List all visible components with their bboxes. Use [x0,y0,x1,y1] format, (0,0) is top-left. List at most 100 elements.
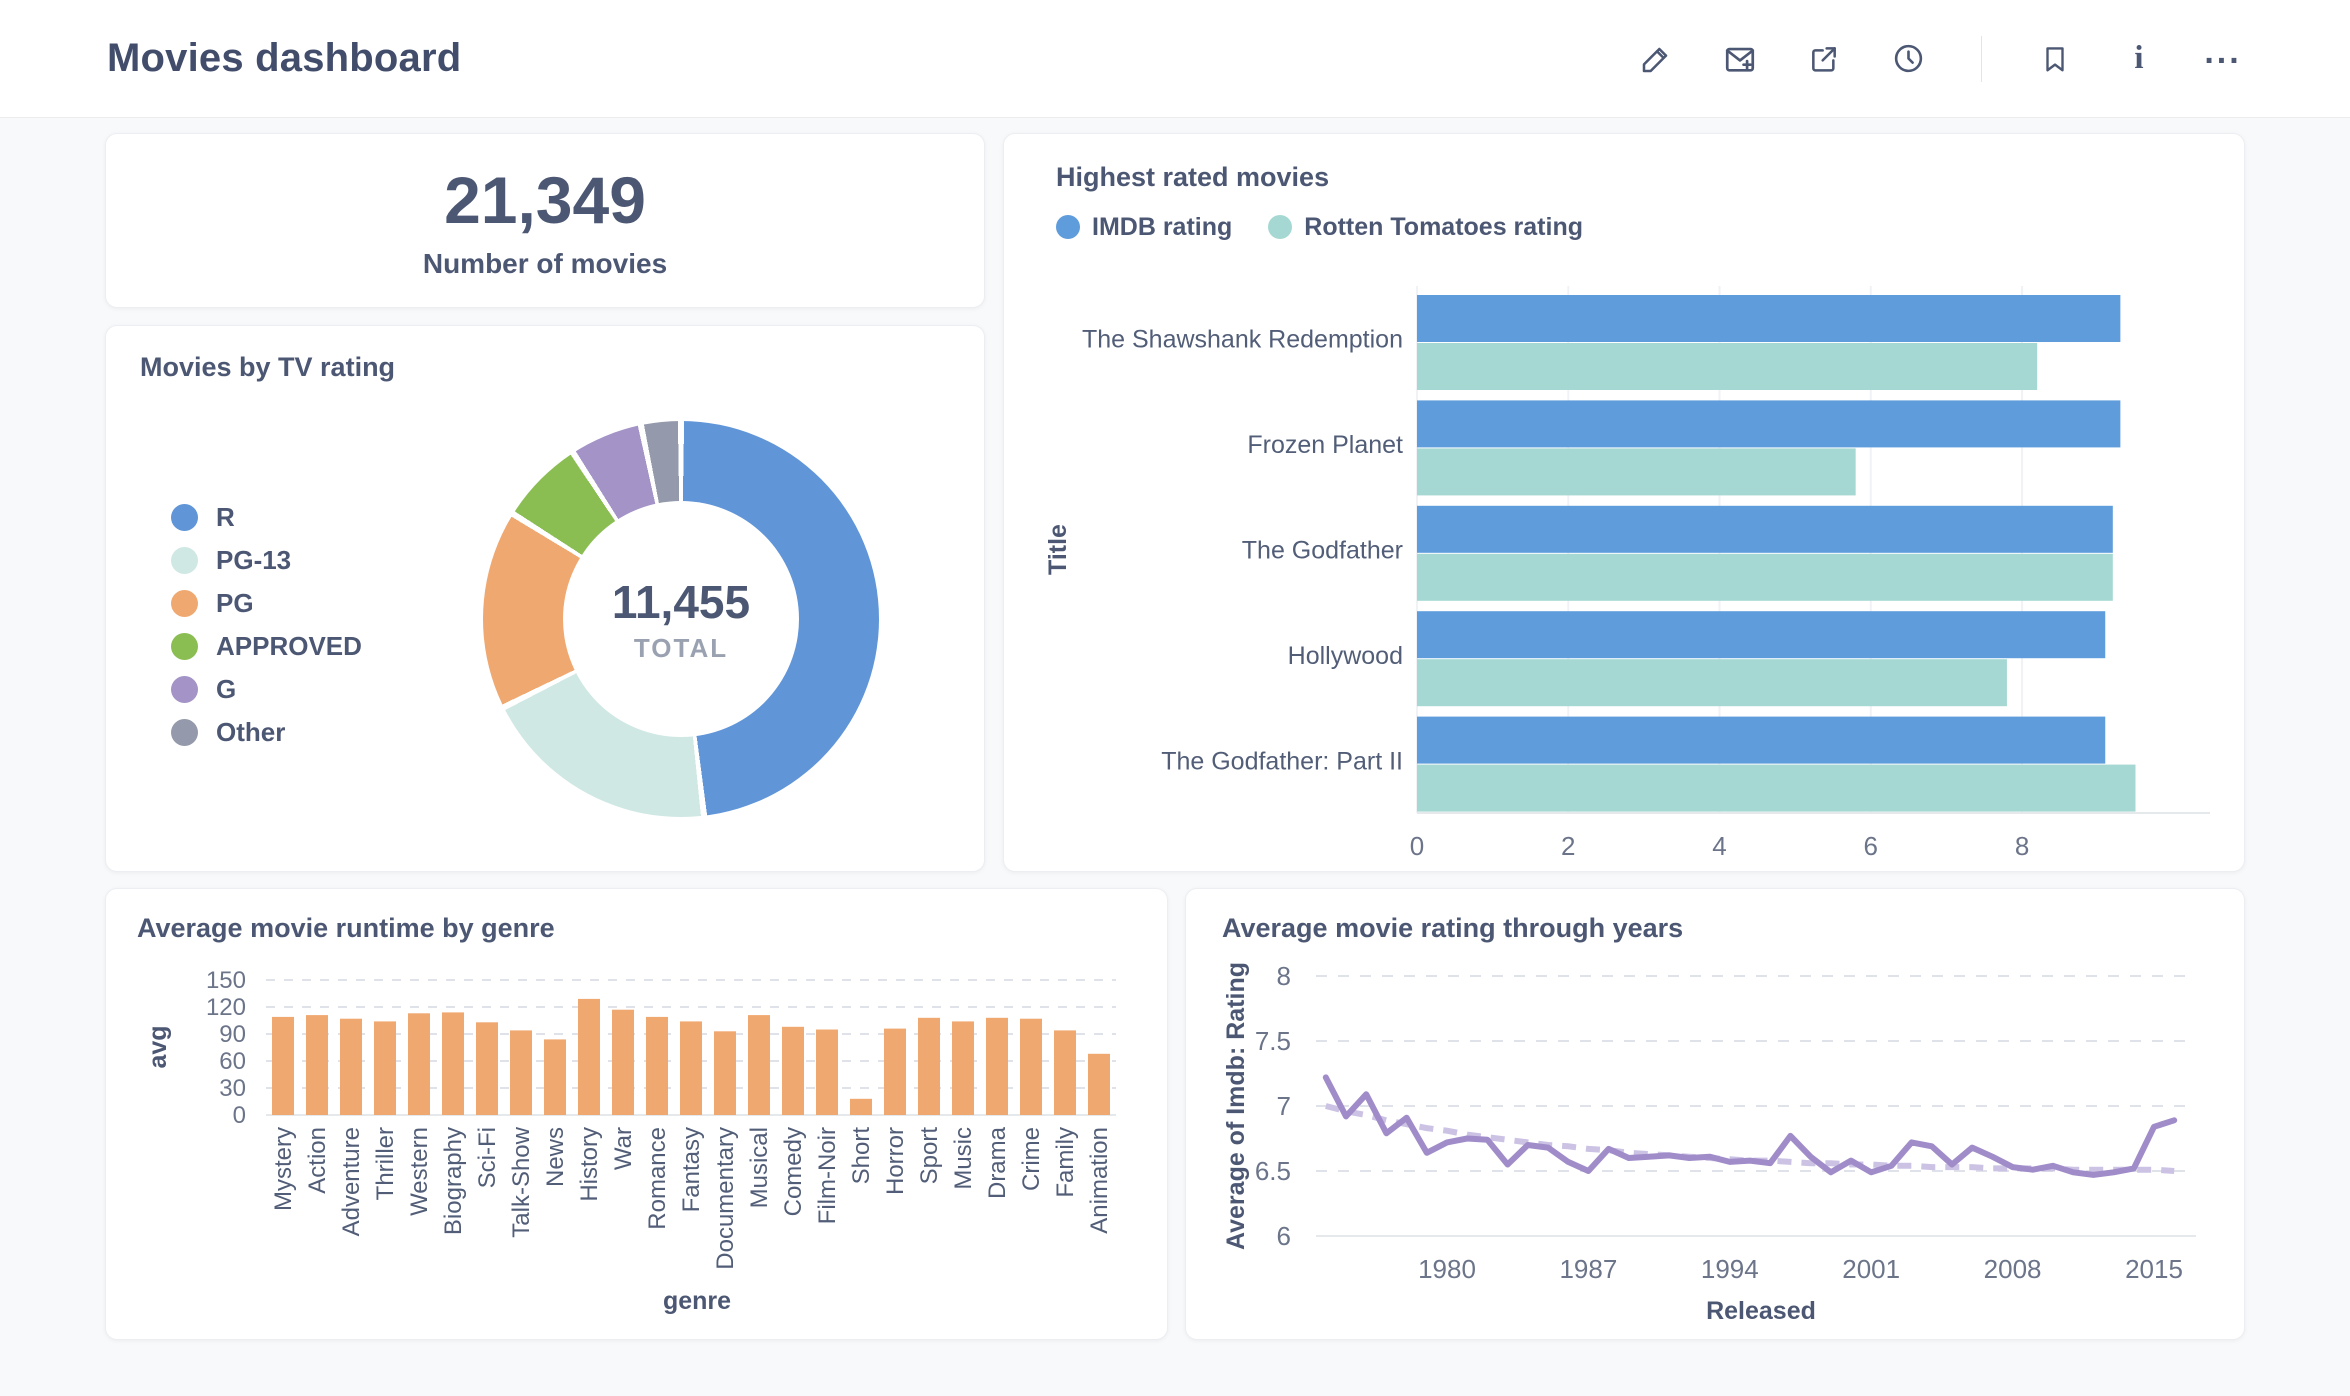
average-rating-through-years-card: Average movie rating through years 8 7.5 7… [1185,888,2245,1340]
donut-center: 11,455 TOTAL [563,501,799,737]
runtime-bar[interactable] [306,1015,328,1115]
category-label: Frozen Planet [1247,431,1403,459]
legend-swatch [171,676,198,703]
more-options-icon[interactable]: ... [2204,35,2240,76]
genre-label: Romance [644,1127,671,1230]
legend-label: PG [216,588,254,618]
rating-line-series[interactable] [1322,1074,2178,1178]
rating-through-years-chart[interactable]: 8 7.5 7 6.5 6 1980 1987 1994 2001 2008 2015 Average… [1186,889,2246,1341]
runtime-bar[interactable] [986,1017,1008,1115]
y-tick-label: 60 [219,1048,246,1075]
legend-item-pg-13[interactable]: PG-13 [171,539,362,582]
donut-chart[interactable]: 11,455 TOTAL [483,421,879,817]
runtime-bar[interactable] [1088,1053,1110,1115]
runtime-bar[interactable] [816,1029,838,1116]
imdb-rating-bar[interactable] [1417,400,2121,448]
movies-by-tv-rating-card: Movies by TV rating R PG-13 PG APPROVED G Oth… [105,325,985,872]
genre-label: Short [848,1127,875,1185]
highest-rated-movies-chart[interactable]: 0 2 4 6 8 The Shawshank Redemption Frozen Plan… [1004,134,2246,873]
sharing-external-icon[interactable] [1807,42,1841,76]
rotten-tomatoes-rating-bar[interactable] [1417,553,2113,601]
y-tick-label: 7.5 [1255,1026,1291,1056]
runtime-by-genre-chart[interactable]: 0306090120150 Mystery Action Adventure Thril… [106,889,1169,1341]
subscriptions-mail-icon[interactable] [1723,42,1757,76]
runtime-bar[interactable] [748,1015,770,1115]
runtime-bar[interactable] [850,1098,872,1115]
highest-rated-movies-card: Highest rated movies IMDB rating Rotten … [1003,133,2245,872]
rotten-tomatoes-rating-bar[interactable] [1417,343,2038,390]
legend-item-pg[interactable]: PG [171,582,362,625]
runtime-bar[interactable] [578,998,600,1115]
imdb-rating-bar[interactable] [1417,611,2106,659]
y-tick-label: 30 [219,1075,246,1102]
legend-item-g[interactable]: G [171,668,362,711]
legend-item-r[interactable]: R [171,496,362,539]
auto-refresh-clock-icon[interactable] [1891,42,1925,76]
scalar-label[interactable]: Number of movies [423,248,667,280]
runtime-bar[interactable] [1054,1030,1076,1115]
rotten-tomatoes-rating-bar[interactable] [1417,448,1856,496]
x-tick-label: 2015 [2125,1254,2183,1284]
runtime-bar[interactable] [612,1009,634,1115]
genre-label: Fantasy [678,1127,705,1212]
x-tick-label: 0 [1410,831,1424,861]
genre-label: News [542,1127,569,1187]
category-label: The Shawshank Redemption [1082,326,1403,354]
rotten-tomatoes-rating-bar[interactable] [1417,659,2007,707]
imdb-rating-bar[interactable] [1417,505,2113,553]
donut-total-value: 11,455 [611,575,751,628]
y-axis-name: Title [1044,524,1072,575]
runtime-bar[interactable] [544,1039,566,1115]
x-tick-label: 1980 [1418,1254,1476,1284]
genre-label: Talk-Show [508,1126,535,1237]
imdb-rating-bar[interactable] [1417,716,2106,764]
genre-label: Adventure [338,1127,365,1236]
runtime-bar[interactable] [1020,1018,1042,1115]
rotten-tomatoes-rating-bar[interactable] [1417,764,2136,812]
runtime-bar[interactable] [952,1021,974,1115]
genre-label: Documentary [712,1127,739,1270]
header-divider [1981,35,1982,82]
runtime-bar[interactable] [272,1016,294,1115]
runtime-bar[interactable] [714,1031,736,1115]
y-tick-label: 6.5 [1255,1156,1291,1186]
legend-swatch [171,719,198,746]
donut-legend: R PG-13 PG APPROVED G Other [171,496,362,754]
runtime-bar[interactable] [782,1026,804,1115]
edit-pencil-icon[interactable] [1639,42,1673,76]
runtime-bar[interactable] [646,1016,668,1115]
genre-label: Animation [1086,1127,1113,1234]
imdb-rating-bar[interactable] [1417,295,2121,342]
x-tick-label: 1994 [1701,1254,1759,1284]
y-tick-label: 7 [1277,1091,1291,1121]
runtime-bar[interactable] [476,1022,498,1115]
info-icon[interactable]: i [2122,42,2156,76]
runtime-bar[interactable] [884,1028,906,1115]
category-label: Hollywood [1288,642,1403,670]
genre-label: Thriller [372,1127,399,1200]
bookmark-icon[interactable] [2038,42,2072,76]
runtime-bar[interactable] [510,1030,532,1115]
y-tick-label: 120 [206,994,246,1021]
legend-item-approved[interactable]: APPROVED [171,625,362,668]
donut-total-label: TOTAL [633,632,729,663]
genre-label: Mystery [270,1127,297,1211]
legend-swatch [171,590,198,617]
y-tick-label: 90 [219,1021,246,1048]
genre-label: Crime [1018,1127,1045,1191]
legend-label: R [216,502,235,532]
genre-label: Musical [746,1127,773,1208]
y-tick-label: 0 [233,1102,246,1129]
scalar-value: 21,349 [444,162,646,237]
card-title[interactable]: Movies by TV rating [140,352,395,383]
runtime-bar[interactable] [374,1021,396,1115]
runtime-bar[interactable] [442,1012,464,1115]
runtime-bar[interactable] [340,1018,362,1115]
average-runtime-by-genre-card: Average movie runtime by genre 0 30 60 90 12… [105,888,1168,1340]
legend-swatch [171,547,198,574]
runtime-bar[interactable] [680,1021,702,1115]
runtime-bar[interactable] [918,1017,940,1115]
legend-item-other[interactable]: Other [171,711,362,754]
runtime-bar[interactable] [408,1013,430,1115]
dashboard-header: Movies dashboard i ... [0,0,2350,118]
